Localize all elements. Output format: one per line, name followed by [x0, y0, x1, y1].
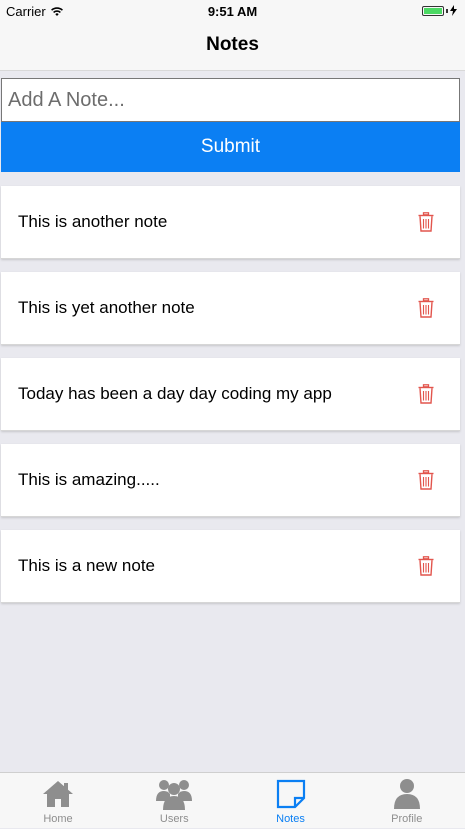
- note-text: This is yet another note: [18, 298, 195, 317]
- trash-icon[interactable]: [418, 556, 434, 576]
- tab-profile[interactable]: Profile: [349, 773, 465, 829]
- tab-label: Profile: [391, 813, 423, 825]
- tab-label: Home: [43, 813, 73, 825]
- profile-icon: [349, 777, 465, 811]
- note-card[interactable]: This is another note: [1, 186, 460, 259]
- submit-button[interactable]: Submit: [1, 122, 460, 172]
- tab-label: Users: [159, 813, 189, 825]
- notes-list: This is another note This is yet another …: [1, 186, 460, 616]
- note-card[interactable]: This is a new note: [1, 530, 460, 603]
- note-text: This is amazing.....: [18, 470, 160, 489]
- note-text: This is a new note: [18, 556, 156, 575]
- note-card[interactable]: This is yet another note: [1, 272, 460, 345]
- note-text: This is another note: [18, 212, 168, 231]
- trash-icon[interactable]: [418, 470, 434, 490]
- navigation-bar: Notes: [0, 22, 465, 71]
- status-bar: Carrier 9:51 AM: [0, 0, 465, 22]
- trash-icon[interactable]: [418, 298, 434, 318]
- clock: 9:51 AM: [207, 4, 258, 19]
- charging-bolt-icon: [450, 5, 457, 16]
- users-icon: [116, 777, 232, 811]
- page-title: Notes: [206, 34, 259, 55]
- tab-users[interactable]: Users: [116, 773, 232, 829]
- note-text: Today has been a day day coding my app: [18, 384, 332, 403]
- tab-bar: Home Users Notes Profile: [0, 772, 465, 828]
- tab-home[interactable]: Home: [0, 773, 116, 829]
- note-icon: [233, 777, 349, 811]
- trash-icon[interactable]: [418, 212, 434, 232]
- note-input[interactable]: [1, 78, 460, 122]
- tab-notes[interactable]: Notes: [233, 773, 349, 829]
- battery-icon: [422, 5, 457, 16]
- tab-label: Notes: [276, 813, 305, 825]
- trash-icon[interactable]: [418, 384, 434, 404]
- note-card[interactable]: Today has been a day day coding my app: [1, 358, 460, 431]
- home-icon: [0, 777, 116, 811]
- note-card[interactable]: This is amazing.....: [1, 444, 460, 517]
